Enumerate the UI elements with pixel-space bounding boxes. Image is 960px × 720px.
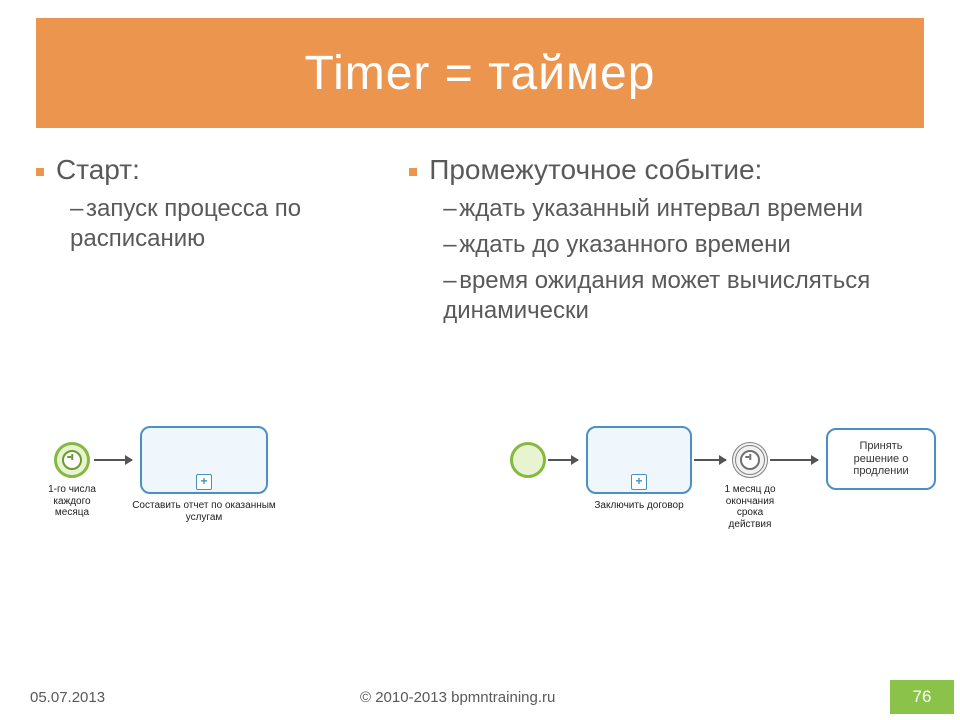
right-item-0: –ждать указанный интервал времени: [443, 194, 924, 224]
timer-start-event-icon: [54, 442, 90, 478]
title-bar: Timer = таймер: [36, 18, 924, 128]
right-item-2: –время ожидания может вычисляться динами…: [443, 266, 924, 326]
task-label: Составить отчет по оказанным услугам: [122, 500, 286, 523]
right-heading-text: Промежуточное событие:: [429, 154, 762, 186]
bullet-icon: [409, 168, 417, 176]
sequence-flow-icon: [548, 459, 578, 461]
right-heading: Промежуточное событие:: [409, 154, 924, 186]
sequence-flow-icon: [770, 459, 818, 461]
left-sublist: –запуск процесса по расписанию: [70, 194, 379, 254]
left-heading: Старт:: [36, 154, 379, 186]
footer-copyright: © 2010-2013 bpmntraining.ru: [350, 680, 890, 714]
sequence-flow-icon: [694, 459, 726, 461]
footer: 05.07.2013 © 2010-2013 bpmntraining.ru 7…: [6, 680, 954, 714]
subprocess-marker-icon: +: [196, 474, 212, 490]
content-columns: Старт: –запуск процесса по расписанию Пр…: [36, 154, 924, 332]
intermediate-timer-event-icon: [732, 442, 768, 478]
diagram-start-timer: 1-го числа каждого месяца + Составить от…: [36, 420, 450, 600]
subprocess-marker-icon: +: [631, 474, 647, 490]
task1-label: Заключить договор: [574, 500, 704, 512]
sequence-flow-icon: [94, 459, 132, 461]
slide-title: Timer = таймер: [305, 46, 656, 101]
column-right: Промежуточное событие: –ждать указанный …: [409, 154, 924, 332]
footer-page-number: 76: [890, 680, 954, 714]
start-event-icon: [510, 442, 546, 478]
task-box: Принять решение о продлении: [826, 428, 936, 490]
footer-date: 05.07.2013: [6, 680, 350, 714]
diagram-intermediate-timer: + Заключить договор 1 месяц до окончания…: [510, 420, 924, 600]
bullet-icon: [36, 168, 44, 176]
start-event-label: 1-го числа каждого месяца: [36, 484, 108, 519]
diagrams-row: 1-го числа каждого месяца + Составить от…: [36, 420, 924, 600]
column-left: Старт: –запуск процесса по расписанию: [36, 154, 379, 332]
slide: Timer = таймер Старт: –запуск процесса п…: [0, 0, 960, 720]
clock-icon: [62, 450, 82, 470]
task-box: +: [586, 426, 692, 494]
right-item-1: –ждать до указанного времени: [443, 230, 924, 260]
task-box: +: [140, 426, 268, 494]
left-item-0: –запуск процесса по расписанию: [70, 194, 379, 254]
left-heading-text: Старт:: [56, 154, 140, 186]
right-sublist: –ждать указанный интервал времени –ждать…: [443, 194, 924, 326]
inter-event-label: 1 месяц до окончания срока действия: [712, 484, 788, 530]
task2-label: Принять решение о продлении: [853, 440, 908, 478]
clock-icon: [740, 450, 760, 470]
